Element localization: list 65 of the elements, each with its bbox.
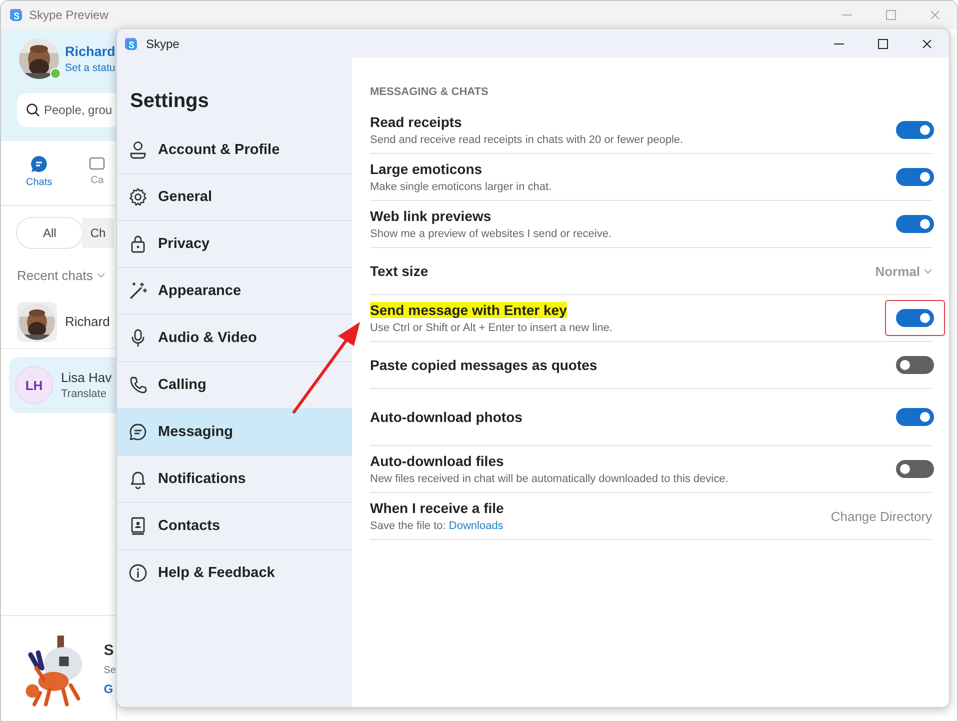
setting-title: Paste copied messages as quotes: [370, 357, 598, 373]
chat-bubble-icon: [30, 155, 48, 173]
maximize-icon: [886, 10, 896, 20]
search-icon: [26, 103, 40, 117]
settings-nav-item[interactable]: Account & Profile: [117, 126, 352, 173]
chat-bubble-icon: [128, 422, 148, 442]
person-icon: [128, 140, 148, 160]
status-link[interactable]: Set a statu: [65, 62, 116, 74]
toggle-switch[interactable]: [896, 356, 934, 374]
setting-title: Auto-download photos: [370, 409, 522, 425]
setting-title: Send message with Enter key: [370, 302, 567, 318]
maximize-icon: [878, 38, 888, 48]
promo-text: Se: [104, 664, 116, 676]
toggle-switch[interactable]: [896, 408, 934, 426]
promo-title: S: [104, 642, 115, 658]
chat-item[interactable]: LH Lisa Hav Translate: [9, 357, 116, 413]
promo-link[interactable]: G: [104, 682, 116, 696]
chat-name: Richard: [65, 314, 110, 329]
close-icon: [922, 38, 932, 48]
setting-title: Auto-download files: [370, 453, 504, 469]
avatar-initials: LH: [15, 366, 53, 404]
toggle-switch[interactable]: [896, 460, 934, 478]
window-title: Skype: [146, 36, 180, 50]
bell-icon: [128, 469, 148, 489]
chevron-down-icon: [96, 273, 105, 278]
setting-description: Save the file to: Downloads: [370, 520, 504, 532]
chevron-down-icon: [924, 268, 932, 274]
filter-chip[interactable]: All: [17, 218, 82, 248]
setting-description: Make single emoticons larger in chat.: [370, 181, 552, 193]
online-status-icon: [50, 68, 61, 79]
close-icon: [930, 10, 940, 20]
downloads-link[interactable]: Downloads: [448, 520, 504, 532]
toggle-switch[interactable]: [896, 121, 934, 139]
phone-icon: [128, 375, 148, 395]
settings-icon: [128, 187, 148, 207]
section-title: MESSAGING & CHATS: [370, 86, 490, 98]
screen-icon: [89, 155, 106, 171]
chat-name: Lisa Hav: [61, 370, 112, 385]
magic-wand-icon: [128, 281, 148, 301]
recent-chats-label[interactable]: Recent chats: [17, 268, 93, 283]
setting-description: Show me a preview of websites I send or receive.: [370, 228, 612, 240]
search-field[interactable]: People, grou: [17, 93, 116, 127]
setting-title: Read receipts: [370, 114, 462, 130]
settings-nav-item[interactable]: Messaging: [117, 408, 352, 455]
toggle-switch[interactable]: [896, 215, 934, 233]
skype-logo-icon: [9, 8, 23, 22]
setting-title: Web link previews: [370, 208, 492, 224]
setting-title: Large emoticons: [370, 161, 482, 177]
toggle-switch[interactable]: [896, 168, 934, 186]
change-directory-button[interactable]: Change Directory: [830, 508, 932, 524]
setting-description: Use Ctrl or Shift or Alt + Enter to insert a new line.: [370, 322, 612, 334]
profile-name[interactable]: Richard: [65, 44, 116, 59]
setting-description: New files received in chat will be automatically downloaded to this device.: [370, 473, 728, 485]
chat-preview: Translate: [61, 388, 108, 400]
setting-title: When I receive a file: [370, 500, 504, 516]
settings-heading: Settings: [129, 89, 210, 114]
nav-tab[interactable]: Chats: [26, 155, 52, 191]
skype-logo-icon: [124, 36, 138, 50]
info-icon: [128, 563, 148, 583]
window-title: Skype Preview: [29, 8, 108, 22]
nav-tab[interactable]: Ca: [89, 155, 106, 191]
setting-title: Text size: [370, 263, 428, 279]
setting-description: Send and receive read receipts in chats with 20 or fewer people.: [370, 134, 684, 146]
filter-chip[interactable]: Ch: [82, 218, 114, 248]
toggle-switch[interactable]: [896, 309, 934, 327]
